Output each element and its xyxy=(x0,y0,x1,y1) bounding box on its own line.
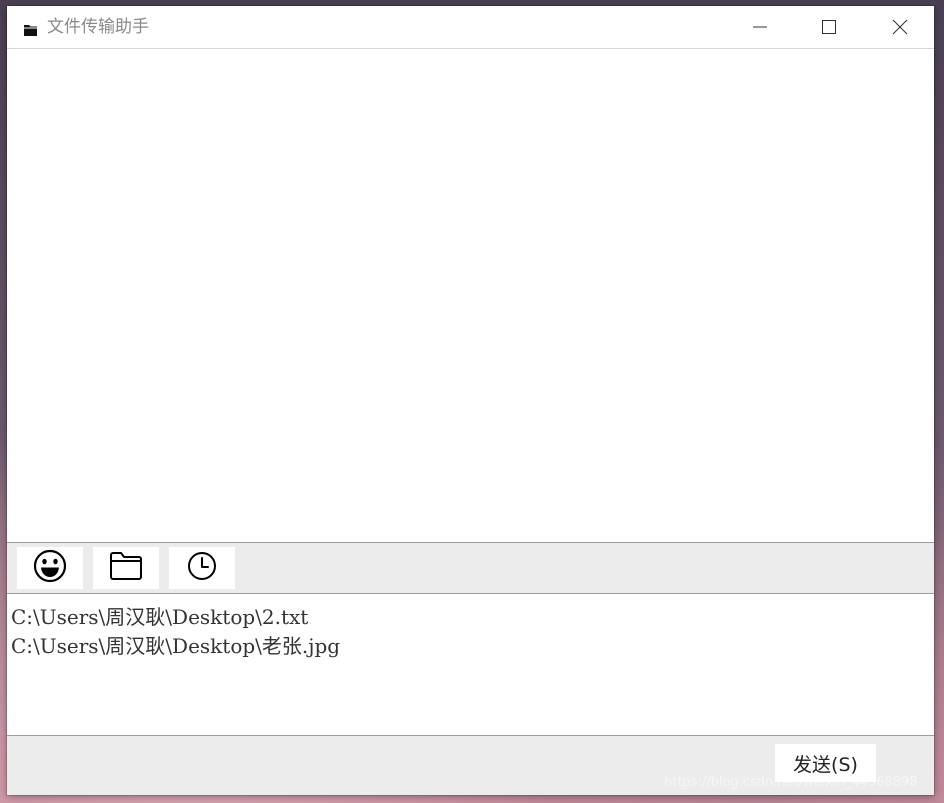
minimize-icon xyxy=(752,19,768,35)
input-toolbar xyxy=(7,543,934,593)
minimize-button[interactable] xyxy=(731,6,789,48)
window-title: 文件传输助手 xyxy=(47,17,149,37)
close-icon xyxy=(892,19,908,35)
file-transfer-window: 文件传输助手 C:\Users\周汉耿\Desktop\2.txt C:\Use… xyxy=(7,6,934,795)
emoji-button[interactable] xyxy=(17,547,83,589)
file-path-line: C:\Users\周汉耿\Desktop\2.txt xyxy=(11,605,309,629)
smiley-icon xyxy=(33,549,67,587)
clock-icon xyxy=(186,550,218,586)
close-button[interactable] xyxy=(871,6,929,48)
file-path-line: C:\Users\周汉耿\Desktop\老张.jpg xyxy=(11,634,341,658)
watermark-text: https://blog.csdn.net/weixin_44568898 xyxy=(664,775,918,790)
history-button[interactable] xyxy=(169,547,235,589)
maximize-icon xyxy=(821,19,837,35)
folder-icon xyxy=(109,551,143,585)
message-history-area[interactable] xyxy=(7,49,934,543)
title-bar[interactable]: 文件传输助手 xyxy=(7,6,934,49)
send-file-button[interactable] xyxy=(93,547,159,589)
message-input[interactable]: C:\Users\周汉耿\Desktop\2.txt C:\Users\周汉耿\… xyxy=(7,593,934,736)
folder-icon xyxy=(24,21,37,36)
maximize-button[interactable] xyxy=(800,6,858,48)
